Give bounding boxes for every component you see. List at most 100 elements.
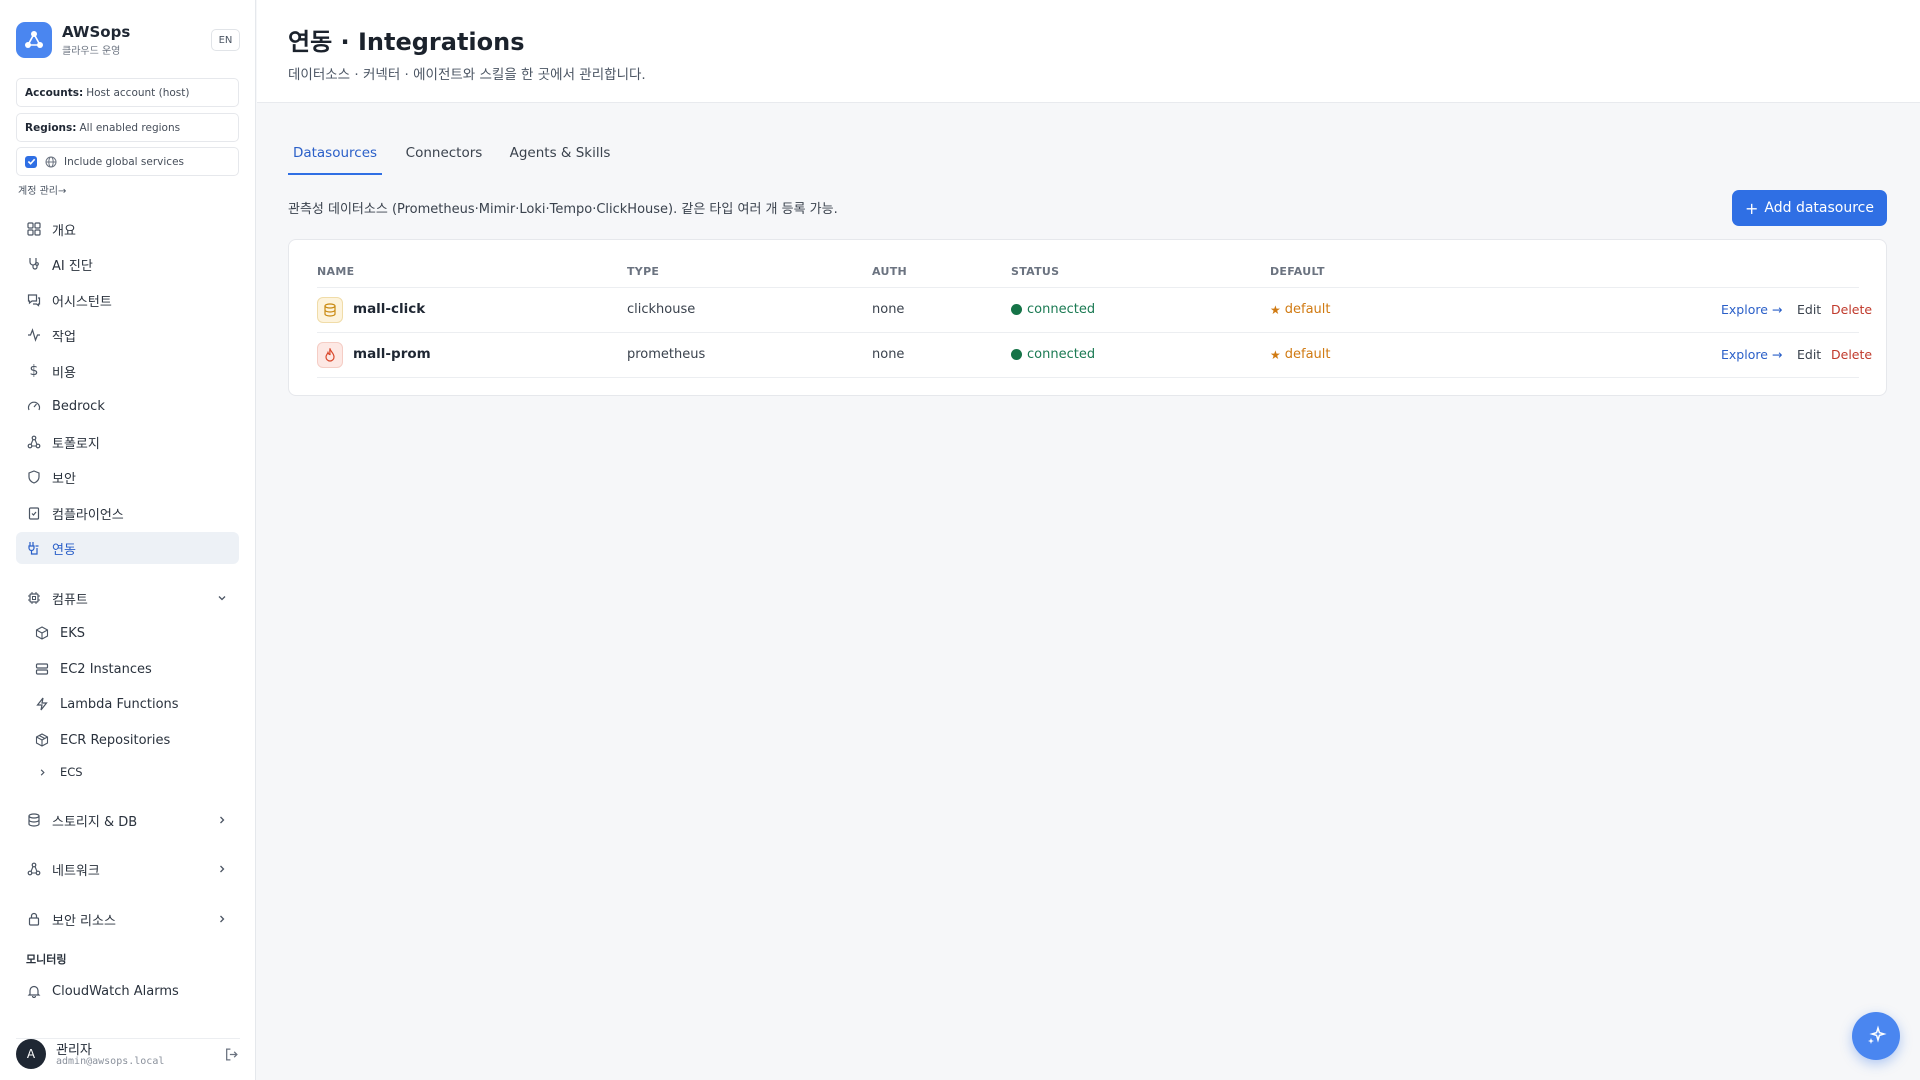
table-row: mall-prom prometheus none connected ★ de… <box>317 333 1872 378</box>
topology-icon <box>26 434 42 450</box>
package-icon <box>34 732 50 748</box>
tab-agents-skills[interactable]: Agents & Skills <box>506 137 614 175</box>
nav-label: CloudWatch Alarms <box>52 983 179 999</box>
nav-item-eks[interactable]: EKS <box>24 617 239 649</box>
network-icon <box>26 861 42 877</box>
edit-button[interactable]: Edit <box>1797 347 1821 362</box>
column-header-status: STATUS <box>1011 265 1060 278</box>
grid-icon <box>26 221 42 237</box>
page-title: 연동 · Integrations <box>288 28 525 56</box>
nav-label: Bedrock <box>52 398 105 414</box>
default-badge: ★ default <box>1270 347 1331 362</box>
nav-label: EC2 Instances <box>60 661 152 677</box>
lock-icon <box>26 911 42 927</box>
nav-label: 스토리지 & DB <box>52 814 138 830</box>
nav-group-storage-db[interactable]: 스토리지 & DB <box>16 804 239 836</box>
user-profile: A 관리자 admin@awsops.local <box>16 1038 240 1070</box>
regions-selector[interactable]: Regions: All enabled regions <box>16 113 239 142</box>
star-icon: ★ <box>1270 347 1281 362</box>
activity-icon <box>26 327 42 343</box>
chevron-right-icon <box>215 912 229 926</box>
include-global-services-toggle[interactable]: Include global services <box>16 147 239 176</box>
nav-item-lambda-functions[interactable]: Lambda Functions <box>24 688 239 720</box>
chevron-down-icon <box>215 591 229 605</box>
nav-label: 보안 <box>52 471 76 487</box>
status-badge: connected <box>1011 347 1095 362</box>
datasource-auth: none <box>872 347 905 362</box>
nav-label: 토폴로지 <box>52 436 100 452</box>
nav-item-ecr-repositories[interactable]: ECR Repositories <box>24 724 239 756</box>
accounts-value: Host account (host) <box>86 86 190 99</box>
globe-icon <box>45 156 57 168</box>
flame-icon <box>317 342 343 368</box>
column-header-name: NAME <box>317 265 355 278</box>
nav-label: ECR Repositories <box>60 732 171 748</box>
nav-item-tasks[interactable]: 작업 <box>16 319 239 351</box>
regions-label: Regions: <box>25 121 77 134</box>
nav-item-overview[interactable]: 개요 <box>16 213 239 245</box>
avatar[interactable]: A <box>16 1039 46 1069</box>
nav-group-network[interactable]: 네트워크 <box>16 853 239 885</box>
nav-item-ai-diagnosis[interactable]: AI 진단 <box>16 248 239 280</box>
tab-datasources[interactable]: Datasources <box>288 137 382 175</box>
column-header-default: DEFAULT <box>1270 265 1325 278</box>
explore-link[interactable]: Explore → <box>1721 347 1782 362</box>
accounts-selector[interactable]: Accounts: Host account (host) <box>16 78 239 107</box>
global-services-checkbox[interactable] <box>25 155 37 168</box>
star-icon: ★ <box>1270 302 1281 317</box>
brand-logo-icon[interactable] <box>16 22 52 58</box>
nav-label: 개요 <box>52 223 76 239</box>
nav-label: 연동 <box>52 542 76 558</box>
nav-item-integrations[interactable]: 연동 <box>16 532 239 564</box>
stethoscope-icon <box>26 256 42 272</box>
nav-label: 네트워크 <box>52 863 100 879</box>
default-badge: ★ default <box>1270 302 1331 317</box>
ai-assistant-sparkle-button[interactable] <box>1852 1012 1900 1060</box>
nav-item-cost[interactable]: $ 비용 <box>16 355 239 387</box>
nav-item-security[interactable]: 보안 <box>16 461 239 493</box>
delete-button[interactable]: Delete <box>1831 347 1872 362</box>
account-management-link[interactable]: 계정 관리→ <box>18 182 66 197</box>
nav-item-compliance[interactable]: 컴플라이언스 <box>16 497 239 529</box>
delete-button[interactable]: Delete <box>1831 302 1872 317</box>
nav-item-bedrock[interactable]: Bedrock <box>16 390 239 422</box>
cpu-icon <box>26 590 42 606</box>
nav-label: Lambda Functions <box>60 696 179 712</box>
dollar-icon: $ <box>29 363 39 379</box>
clipboard-check-icon <box>26 505 42 521</box>
chat-icon <box>26 292 42 308</box>
nav-label: 컴플라이언스 <box>52 507 124 523</box>
nav-label: AI 진단 <box>52 258 93 274</box>
nav-label: ECS <box>60 765 83 779</box>
global-services-label: Include global services <box>64 155 185 168</box>
nav-item-cloudwatch-alarms[interactable]: CloudWatch Alarms <box>16 975 239 1007</box>
language-toggle-button[interactable]: EN <box>211 29 240 51</box>
default-text: default <box>1284 302 1331 317</box>
nav-item-topology[interactable]: 토폴로지 <box>16 426 239 458</box>
plus-icon: + <box>1745 198 1759 218</box>
nav-group-compute[interactable]: 컴퓨트 <box>16 582 239 614</box>
logout-icon[interactable] <box>222 1045 240 1063</box>
nav-group-security-resources[interactable]: 보안 리소스 <box>16 903 239 935</box>
accounts-label: Accounts: <box>25 86 84 99</box>
nav-item-ecs[interactable]: ECS <box>24 757 239 787</box>
server-icon <box>34 661 50 677</box>
chevron-right-icon <box>34 764 50 780</box>
datasource-name: mall-prom <box>353 346 431 362</box>
datasource-name: mall-click <box>353 301 426 317</box>
shield-icon <box>26 469 42 485</box>
nav-item-assistant[interactable]: 어시스턴트 <box>16 284 239 316</box>
lightning-icon <box>34 696 50 712</box>
add-datasource-button[interactable]: + Add datasource <box>1732 190 1887 226</box>
status-dot-icon <box>1011 304 1022 315</box>
column-header-type: TYPE <box>627 265 660 278</box>
box-icon <box>34 625 50 641</box>
user-email: admin@awsops.local <box>56 1056 165 1067</box>
default-text: default <box>1284 347 1331 362</box>
brand: AWSops 클라우드 운영 EN <box>16 22 240 58</box>
tab-connectors[interactable]: Connectors <box>398 137 490 175</box>
edit-button[interactable]: Edit <box>1797 302 1821 317</box>
status-badge: connected <box>1011 302 1095 317</box>
nav-item-ec2-instances[interactable]: EC2 Instances <box>24 653 239 685</box>
explore-link[interactable]: Explore → <box>1721 302 1782 317</box>
